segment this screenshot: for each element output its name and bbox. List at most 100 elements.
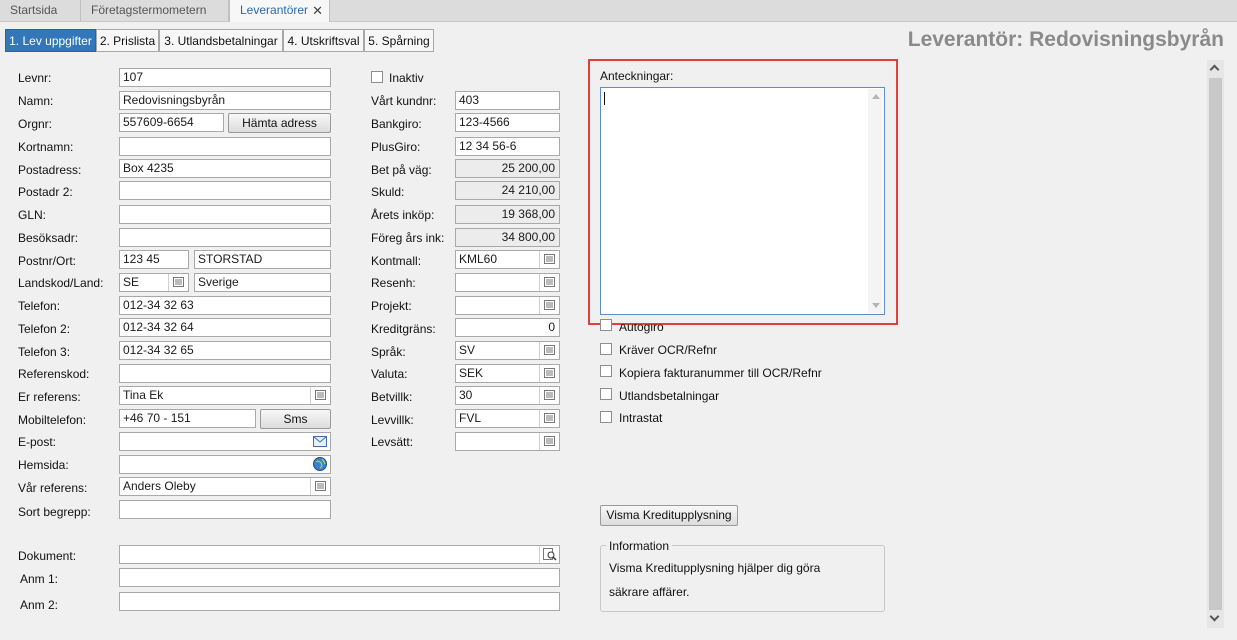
dokument-field[interactable] (119, 545, 560, 564)
telefon2-label: Telefon 2: (18, 322, 71, 336)
list-lookup-icon[interactable] (539, 342, 559, 359)
vart-kundnr-field[interactable]: 403 (455, 91, 560, 110)
tab-label: 3. Utlandsbetalningar (164, 34, 278, 48)
mobiltelefon-field[interactable]: +46 70 - 151 (119, 409, 256, 428)
list-lookup-icon[interactable] (539, 251, 559, 268)
levsatt-field[interactable] (455, 432, 560, 451)
telefon3-label: Telefon 3: (18, 345, 71, 359)
postadr2-field[interactable] (119, 181, 331, 200)
envelope-icon[interactable] (310, 433, 330, 450)
postadress-field[interactable]: Box 4235 (119, 159, 331, 178)
kortnamn-label: Kortnamn: (18, 140, 74, 154)
projekt-label: Projekt: (371, 299, 412, 313)
list-lookup-icon[interactable] (539, 274, 559, 291)
list-lookup-icon[interactable] (539, 387, 559, 404)
tab-label: 2. Prislista (99, 34, 156, 48)
list-lookup-icon[interactable] (168, 274, 188, 291)
land-field[interactable]: Sverige (194, 273, 331, 292)
levvillk-label: Levvillk: (371, 413, 414, 427)
doc-tab-label: Leverantörer (240, 3, 309, 17)
besoksadr-field[interactable] (119, 228, 331, 247)
gln-field[interactable] (119, 205, 331, 224)
list-lookup-icon[interactable] (539, 297, 559, 314)
levnr-field[interactable]: 107 (119, 68, 331, 87)
landskod-value: SE (123, 275, 140, 289)
sort-begrepp-label: Sort begrepp: (18, 505, 91, 519)
landskod-field[interactable]: SE (119, 273, 189, 292)
scroll-up-icon[interactable] (1209, 64, 1220, 75)
levvillk-field[interactable]: FVL (455, 409, 560, 428)
doc-tab-foretagstermometern[interactable]: Företagstermometern (81, 0, 229, 21)
tab-utlandsbetalningar[interactable]: 3. Utlandsbetalningar (159, 29, 283, 52)
projekt-field[interactable] (455, 296, 560, 315)
list-lookup-icon[interactable] (310, 478, 330, 495)
utlandsbetalningar-checkbox[interactable] (600, 388, 612, 400)
tab-prislista[interactable]: 2. Prislista (96, 29, 159, 52)
list-lookup-icon[interactable] (539, 433, 559, 450)
kreditgrans-field[interactable]: 0 (455, 318, 560, 337)
scrollbar-thumb[interactable] (1209, 78, 1222, 610)
sprak-field[interactable]: SV (455, 341, 560, 360)
telefon2-field[interactable]: 012-34 32 64 (119, 318, 331, 337)
bet-pa-vag-value: 25 200,00 (455, 159, 560, 178)
intrastat-checkbox[interactable] (600, 411, 612, 423)
er-referens-value: Tina Ek (123, 388, 164, 402)
sort-begrepp-field[interactable] (119, 500, 331, 519)
kontmall-field[interactable]: KML60 (455, 250, 560, 269)
skuld-value: 24 210,00 (455, 181, 560, 200)
list-lookup-icon[interactable] (539, 365, 559, 382)
namn-field[interactable]: Redovisningsbyrån (119, 91, 331, 110)
main-scrollbar[interactable] (1207, 60, 1224, 628)
var-referens-field[interactable]: Anders Oleby (119, 477, 331, 496)
globe-icon[interactable] (310, 456, 330, 473)
information-title: Information (606, 539, 673, 553)
sms-button[interactable]: Sms (260, 409, 331, 429)
kortnamn-field[interactable] (119, 137, 331, 156)
hamta-adress-button[interactable]: Hämta adress (228, 113, 331, 133)
autogiro-checkbox[interactable] (600, 319, 612, 331)
skuld-label: Skuld: (371, 185, 405, 199)
page-title: Leverantör: Redovisningsbyrån (907, 28, 1224, 51)
telefon3-field[interactable]: 012-34 32 65 (119, 341, 331, 360)
epost-field[interactable] (119, 432, 331, 451)
scroll-down-icon[interactable] (1209, 611, 1220, 622)
tab-lev-uppgifter[interactable]: 1. Lev uppgifter (5, 29, 96, 52)
bankgiro-field[interactable]: 123-4566 (455, 113, 560, 132)
postnr-field[interactable]: 123 45 (119, 250, 189, 269)
tab-utskriftsval[interactable]: 4. Utskriftsval (283, 29, 364, 52)
inaktiv-checkbox[interactable] (371, 71, 383, 83)
referenskod-field[interactable] (119, 364, 331, 383)
betvillk-value: 30 (459, 388, 473, 402)
document-tab-bar: Startsida Företagstermometern Leverantör… (0, 0, 1237, 22)
foreg-ars-ink-value: 34 800,00 (455, 228, 560, 247)
resenh-field[interactable] (455, 273, 560, 292)
telefon-field[interactable]: 012-34 32 63 (119, 296, 331, 315)
bankgiro-label: Bankgiro: (371, 117, 422, 131)
orgnr-field[interactable]: 557609-6654 (119, 113, 224, 132)
visma-kreditupplysning-button[interactable]: Visma Kreditupplysning (600, 505, 738, 526)
betvillk-field[interactable]: 30 (455, 386, 560, 405)
list-lookup-icon[interactable] (310, 387, 330, 404)
doc-tab-startsida[interactable]: Startsida (0, 0, 81, 21)
landskod-label: Landskod/Land: (18, 276, 104, 290)
ort-field[interactable]: STORSTAD (194, 250, 331, 269)
er-referens-field[interactable]: Tina Ek (119, 386, 331, 405)
levnr-label: Levnr: (18, 71, 52, 85)
anm2-field[interactable] (119, 592, 560, 611)
tab-sparning[interactable]: 5. Spårning (364, 29, 434, 52)
hemsida-field[interactable] (119, 455, 331, 474)
postadr2-label: Postadr 2: (18, 185, 73, 199)
levsatt-label: Levsätt: (371, 435, 414, 449)
information-line-2: säkrare affärer. (609, 585, 690, 599)
list-lookup-icon[interactable] (539, 410, 559, 427)
sprak-value: SV (459, 343, 476, 357)
valuta-field[interactable]: SEK (455, 364, 560, 383)
close-icon[interactable]: ✕ (312, 0, 323, 21)
anm1-field[interactable] (119, 568, 560, 587)
magnifier-icon[interactable] (539, 546, 559, 563)
kopiera-fakturanummer-checkbox[interactable] (600, 365, 612, 377)
plusgiro-field[interactable]: 12 34 56-6 (455, 137, 560, 156)
notes-highlight-frame (588, 59, 898, 325)
kraver-ocr-checkbox[interactable] (600, 343, 612, 355)
doc-tab-leverantorer[interactable]: Leverantörer ✕ (229, 0, 330, 22)
